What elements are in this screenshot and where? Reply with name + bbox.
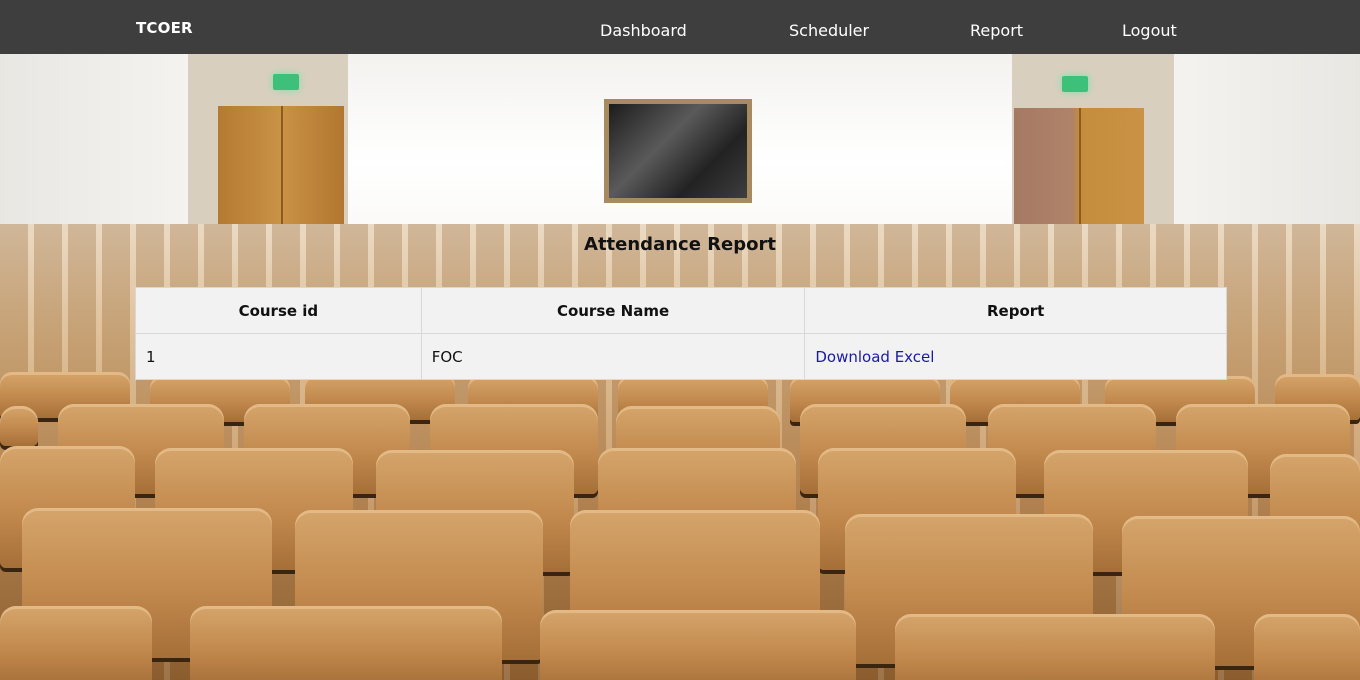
cell-report: Download Excel: [804, 333, 1227, 380]
header-course-name: Course Name: [420, 287, 806, 334]
attendance-report-table: Course id Course Name Report 1 FOC Downl…: [135, 287, 1227, 380]
nav-report[interactable]: Report: [970, 21, 1023, 40]
table-header-row: Course id Course Name Report: [135, 287, 1227, 334]
top-navbar: TCOER Dashboard Scheduler Report Logout: [0, 0, 1360, 54]
brand-logo[interactable]: TCOER: [136, 19, 193, 37]
cell-course-id: 1: [135, 333, 422, 380]
cell-course-name: FOC: [420, 333, 806, 380]
page-title: Attendance Report: [584, 234, 776, 255]
table-row: 1 FOC Download Excel: [135, 333, 1227, 380]
header-course-id: Course id: [135, 287, 422, 334]
main-content: Attendance Report Course id Course Name …: [0, 0, 1360, 680]
nav-dashboard[interactable]: Dashboard: [600, 21, 687, 40]
nav-logout[interactable]: Logout: [1122, 21, 1177, 40]
header-report: Report: [804, 287, 1227, 334]
download-excel-link[interactable]: Download Excel: [815, 348, 934, 366]
nav-scheduler[interactable]: Scheduler: [789, 21, 869, 40]
